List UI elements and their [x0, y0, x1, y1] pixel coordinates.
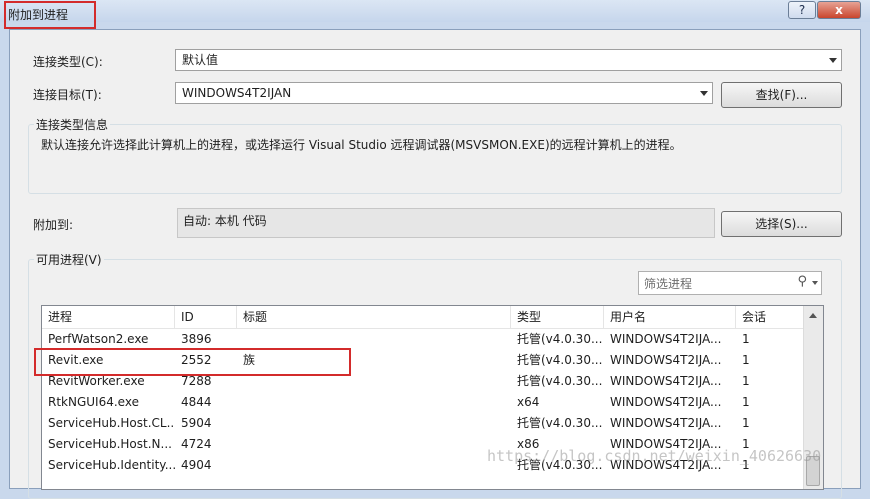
- process-session: 1: [742, 395, 750, 409]
- chevron-down-icon: [700, 91, 708, 96]
- connection-type-dropdown[interactable]: 默认值: [175, 49, 842, 71]
- column-header-id[interactable]: ID: [175, 306, 237, 328]
- connection-target-dropdown[interactable]: WINDOWS4T2IJAN: [175, 82, 713, 104]
- filter-processes-input[interactable]: 筛选进程 ⚲: [638, 271, 822, 295]
- process-session: 1: [742, 374, 750, 388]
- close-button[interactable]: x: [817, 1, 861, 19]
- process-name: ServiceHub.Host.N...: [48, 437, 172, 451]
- column-header-process[interactable]: 进程: [42, 306, 175, 328]
- process-user: WINDOWS4T2IJA...: [610, 395, 722, 409]
- process-type: x64: [517, 395, 540, 409]
- process-list-header: 进程 ID 标题 类型 用户名 会话: [42, 306, 804, 329]
- process-id: 4724: [181, 437, 212, 451]
- connection-type-value: 默认值: [182, 53, 219, 67]
- process-title: [237, 455, 511, 476]
- process-type: 托管(v4.0.30...: [517, 353, 603, 367]
- process-id: 4904: [181, 458, 212, 472]
- dialog-body: 连接类型(C): 默认值 连接目标(T): WINDOWS4T2IJAN 查找(…: [9, 29, 861, 499]
- column-header-session[interactable]: 会话: [736, 306, 804, 328]
- title-bar[interactable]: 附加到进程 ? x: [0, 0, 870, 22]
- connection-target-value: WINDOWS4T2IJAN: [182, 86, 292, 100]
- process-type: 托管(v4.0.30...: [517, 374, 603, 388]
- process-user: WINDOWS4T2IJA...: [610, 416, 722, 430]
- select-button[interactable]: 选择(S)...: [721, 211, 842, 237]
- filter-placeholder: 筛选进程: [644, 277, 693, 291]
- chevron-down-icon: [829, 58, 837, 63]
- process-user: WINDOWS4T2IJA...: [610, 332, 722, 346]
- title-highlight-annotation: [4, 1, 96, 29]
- process-title: [237, 329, 511, 350]
- process-id: 4844: [181, 395, 212, 409]
- process-title: [237, 434, 511, 455]
- watermark-text: https://blog.csdn.net/weixin_40626630: [487, 447, 822, 465]
- table-row[interactable]: RtkNGUI64.exe 4844 x64 WINDOWS4T2IJA... …: [42, 392, 804, 413]
- column-header-type[interactable]: 类型: [511, 306, 604, 328]
- column-header-username[interactable]: 用户名: [604, 306, 736, 328]
- process-name: RtkNGUI64.exe: [48, 395, 139, 409]
- attach-to-label: 附加到:: [33, 218, 74, 232]
- process-title: [237, 413, 511, 434]
- column-header-title[interactable]: 标题: [237, 306, 511, 328]
- find-button[interactable]: 查找(F)...: [721, 82, 842, 108]
- table-row[interactable]: ServiceHub.Host.CL... 5904 托管(v4.0.30...…: [42, 413, 804, 434]
- connection-type-label: 连接类型(C):: [33, 55, 103, 69]
- process-user: WINDOWS4T2IJA...: [610, 374, 722, 388]
- process-session: 1: [742, 416, 750, 430]
- process-type: 托管(v4.0.30...: [517, 332, 603, 346]
- process-user: WINDOWS4T2IJA...: [610, 353, 722, 367]
- process-title: [237, 392, 511, 413]
- process-name: ServiceHub.Host.CL...: [48, 416, 175, 430]
- table-row[interactable]: PerfWatson2.exe 3896 托管(v4.0.30... WINDO…: [42, 329, 804, 350]
- process-id: 5904: [181, 416, 212, 430]
- scroll-up-icon[interactable]: [809, 313, 817, 318]
- connection-info-text: 默认连接允许选择此计算机上的进程，或选择运行 Visual Studio 远程调…: [41, 138, 682, 152]
- process-session: 1: [742, 353, 750, 367]
- connection-target-label: 连接目标(T):: [33, 88, 102, 102]
- chevron-down-icon[interactable]: [812, 281, 818, 285]
- attach-to-field: 自动: 本机 代码: [177, 208, 715, 238]
- connection-info-title: 连接类型信息: [34, 116, 111, 133]
- help-button[interactable]: ?: [788, 1, 816, 19]
- process-name: PerfWatson2.exe: [48, 332, 149, 346]
- process-id: 3896: [181, 332, 212, 346]
- process-name: ServiceHub.Identity...: [48, 458, 175, 472]
- process-type: 托管(v4.0.30...: [517, 416, 603, 430]
- connection-info-group: [28, 124, 842, 194]
- process-session: 1: [742, 332, 750, 346]
- search-icon[interactable]: ⚲: [797, 274, 807, 289]
- available-processes-title: 可用进程(V): [34, 251, 104, 268]
- attach-to-value: 自动: 本机 代码: [183, 214, 267, 228]
- revit-row-highlight-annotation: [34, 348, 351, 376]
